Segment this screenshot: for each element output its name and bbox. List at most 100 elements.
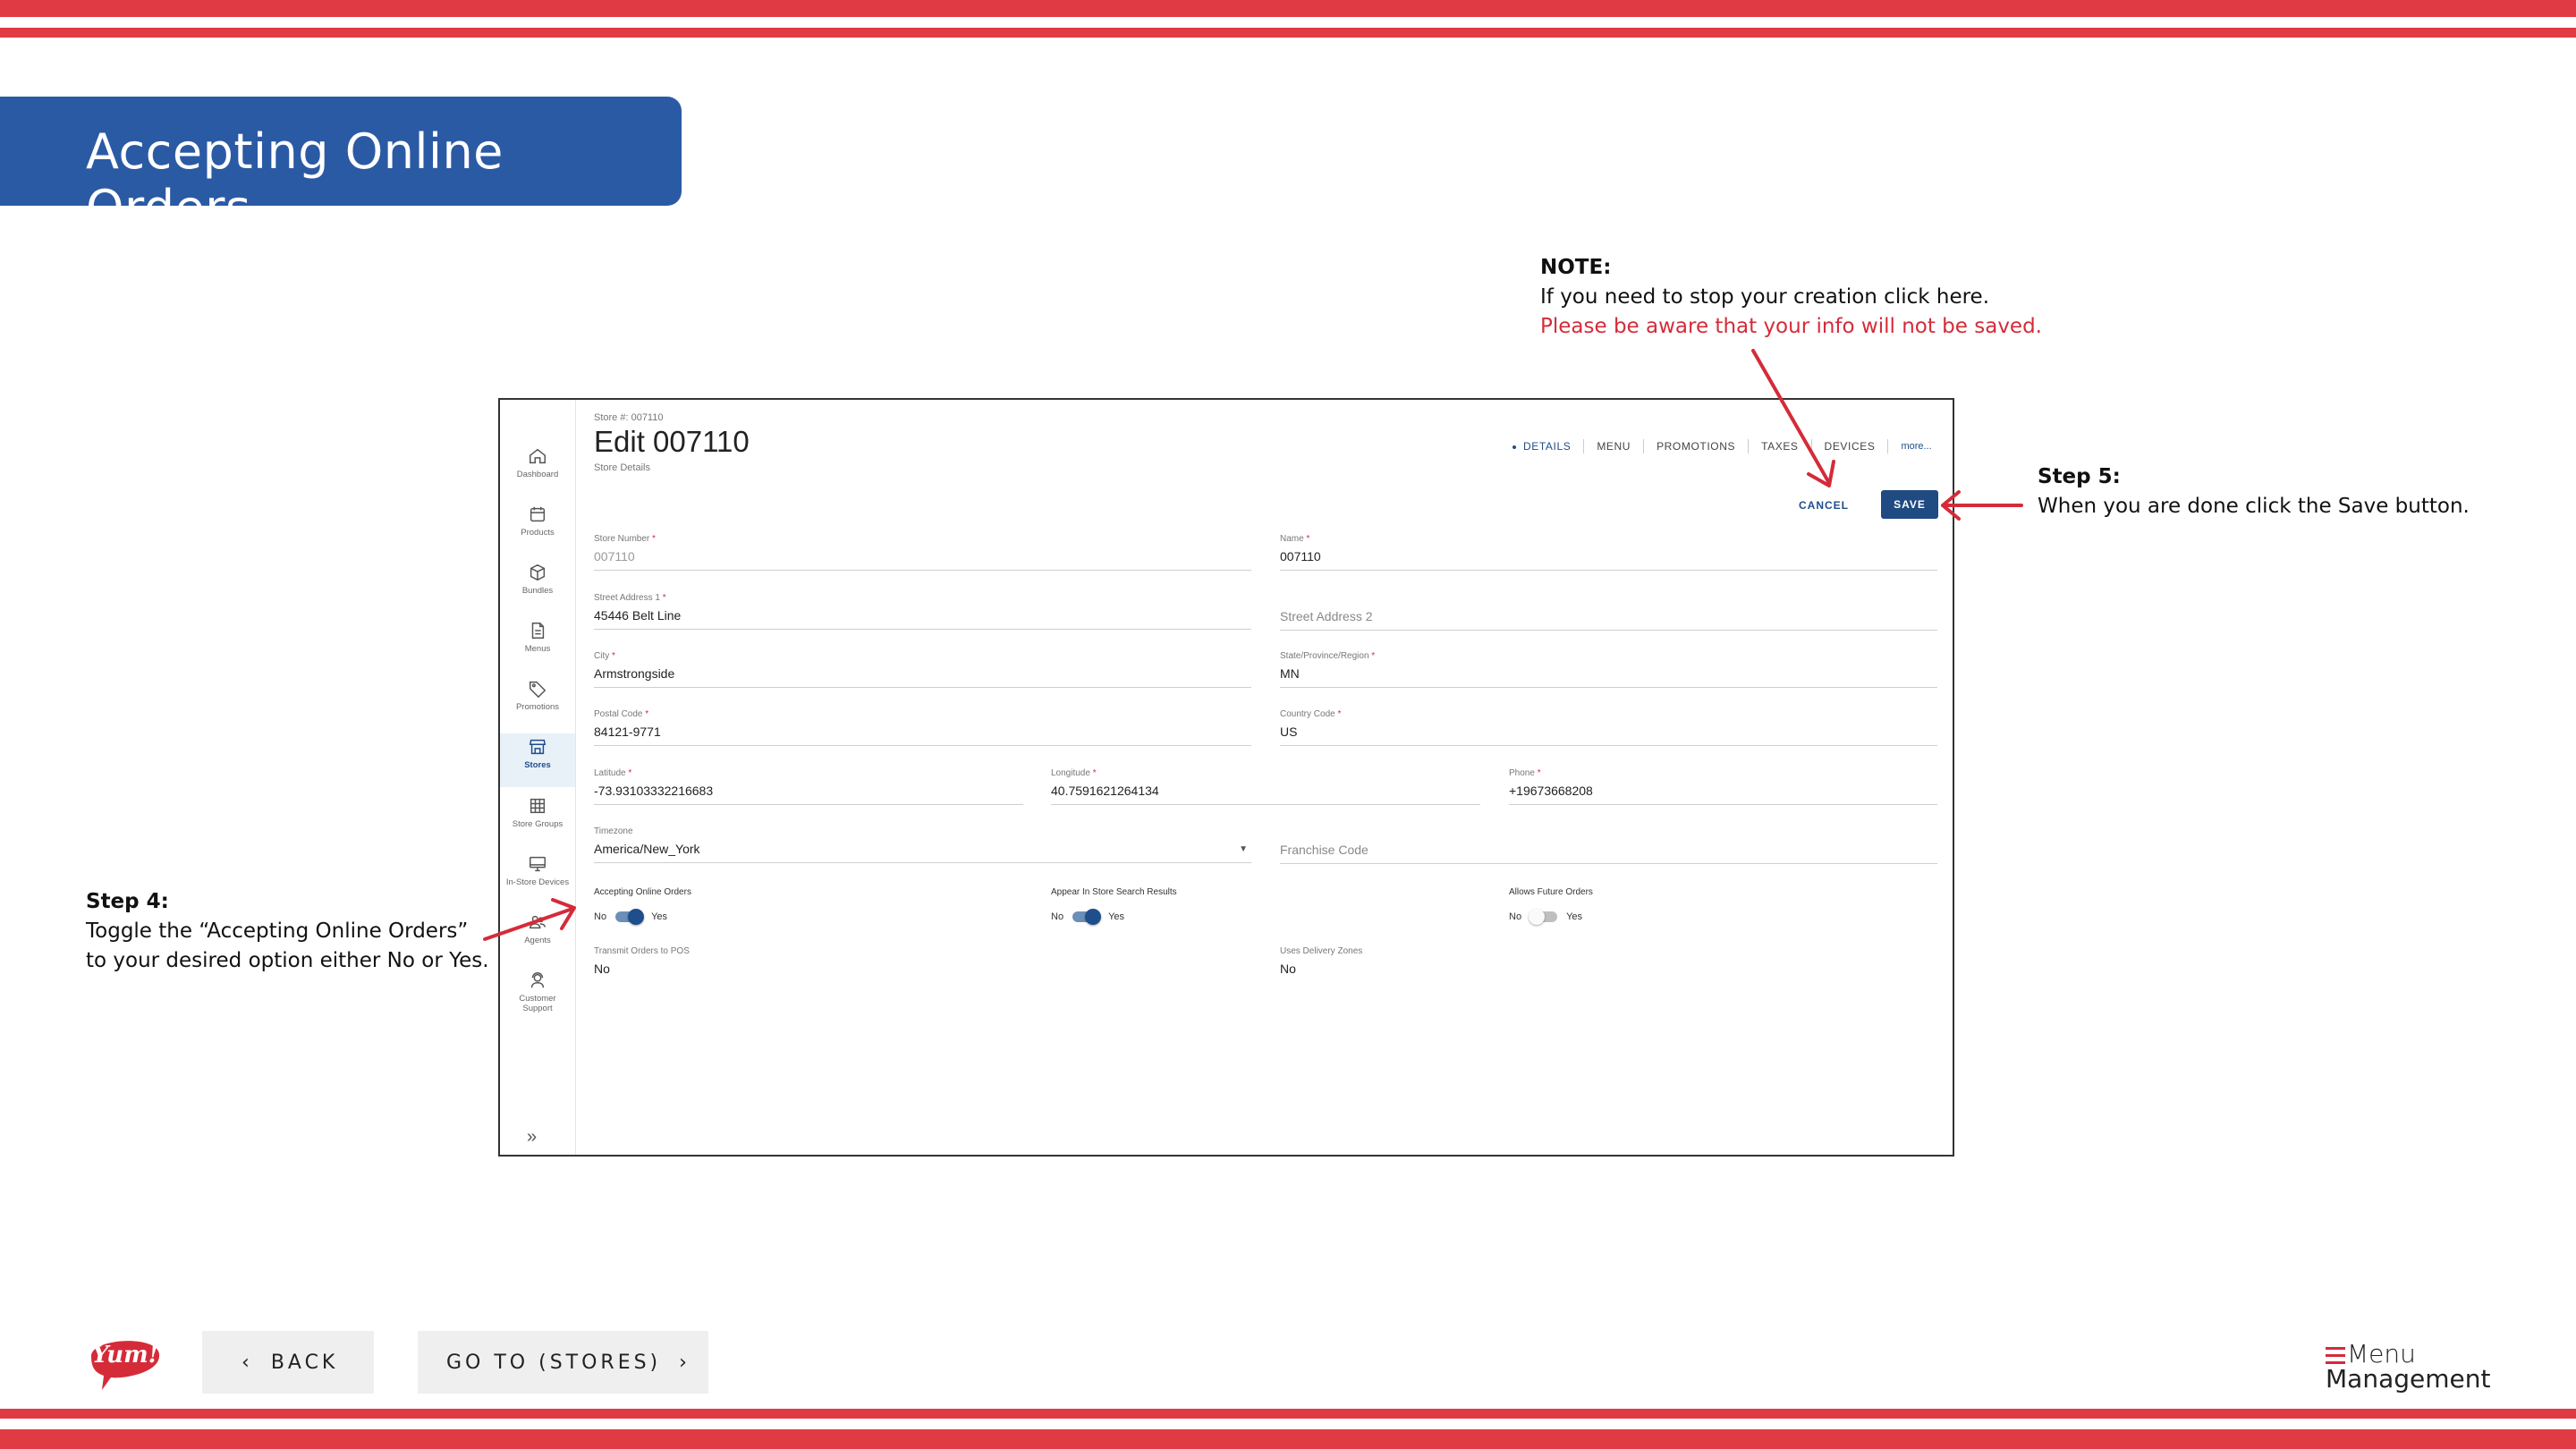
slide-title: Accepting Online Orders bbox=[86, 123, 504, 236]
slide-title-banner: Accepting Online Orders bbox=[0, 97, 682, 236]
step5-text: When you are done click the Save button. bbox=[2038, 495, 2470, 518]
top-stripe-1 bbox=[0, 0, 2576, 17]
step4-line2: to your desired option either No or Yes. bbox=[86, 949, 489, 972]
top-stripe-2 bbox=[0, 28, 2576, 38]
yum-logo-text: Yum! bbox=[92, 1342, 158, 1368]
longitude-field[interactable]: Longitude * 40.7591621264134 bbox=[1051, 768, 1480, 805]
logo-line1: Menu bbox=[2347, 1339, 2416, 1368]
sidebar-item-bundles[interactable]: Bundles bbox=[500, 563, 575, 618]
step4-line1: Toggle the “Accepting Online Orders” bbox=[86, 919, 469, 943]
tab-menu[interactable]: MENU bbox=[1584, 439, 1645, 453]
sidebar-item-menus[interactable]: Menus bbox=[500, 621, 575, 676]
agents-icon bbox=[530, 915, 546, 929]
field-label: Postal Code * bbox=[594, 709, 649, 719]
transmit-orders-value: No bbox=[594, 962, 610, 976]
toggle-yes-label: Yes bbox=[651, 911, 668, 922]
field-label: Country Code * bbox=[1280, 709, 1342, 719]
field-label: Latitude * bbox=[594, 768, 632, 778]
latitude-input[interactable]: -73.93103332216683 bbox=[594, 784, 1023, 805]
postal-code-field[interactable]: Postal Code * 84121-9771 bbox=[594, 709, 1251, 746]
street-address-2-field[interactable]: Street Address 2 bbox=[1280, 609, 1937, 631]
sidebar: Dashboard Products Bundles Menus Promoti… bbox=[500, 400, 576, 1155]
field-label: Street Address 1 * bbox=[594, 593, 666, 603]
phone-input[interactable]: +19673668208 bbox=[1509, 784, 1937, 805]
sidebar-item-customer-support[interactable]: Customer Support bbox=[500, 970, 575, 1026]
longitude-input[interactable]: 40.7591621264134 bbox=[1051, 784, 1480, 805]
sidebar-item-label: Customer Support bbox=[519, 994, 556, 1013]
logo-line2: Management bbox=[2326, 1364, 2491, 1394]
timezone-select[interactable]: Timezone America/New_York ▼ bbox=[594, 826, 1251, 863]
field-label: City * bbox=[594, 651, 615, 661]
state-input[interactable]: MN bbox=[1280, 666, 1937, 688]
country-code-field[interactable]: Country Code * US bbox=[1280, 709, 1937, 746]
future-orders-toggle[interactable] bbox=[1529, 909, 1558, 925]
sidebar-item-label: In-Store Devices bbox=[505, 877, 570, 887]
sidebar-item-store-groups[interactable]: Store Groups bbox=[500, 796, 575, 852]
sidebar-item-products[interactable]: Products bbox=[500, 504, 575, 560]
document-icon bbox=[531, 623, 545, 639]
field-label: Allows Future Orders bbox=[1509, 887, 1593, 897]
page-title: Edit 007110 bbox=[594, 425, 750, 458]
go-to-stores-button[interactable]: GO TO (STORES) › bbox=[418, 1331, 708, 1394]
chevron-down-icon[interactable]: ▼ bbox=[1239, 844, 1248, 854]
note-line2: Please be aware that your info will not … bbox=[1540, 315, 2042, 338]
tab-devices[interactable]: DEVICES bbox=[1812, 439, 1889, 453]
street-address-2-input[interactable]: Street Address 2 bbox=[1280, 609, 1937, 631]
home-icon bbox=[530, 448, 546, 464]
country-code-input[interactable]: US bbox=[1280, 724, 1937, 746]
name-field[interactable]: Name * 007110 bbox=[1280, 534, 1937, 571]
app-window: Dashboard Products Bundles Menus Promoti… bbox=[498, 398, 1954, 1157]
chevron-left-icon: ‹ bbox=[242, 1351, 250, 1374]
field-label: State/Province/Region * bbox=[1280, 651, 1376, 661]
appear-search-toggle-row: No Yes bbox=[1051, 909, 1124, 925]
city-field[interactable]: City * Armstrongside bbox=[594, 651, 1251, 688]
store-number-field[interactable]: Store Number * 007110 bbox=[594, 534, 1251, 571]
toggle-no-label: No bbox=[1051, 911, 1064, 922]
grid-icon bbox=[530, 798, 546, 814]
toggle-no-label: No bbox=[1509, 911, 1522, 922]
cancel-button[interactable]: CANCEL bbox=[1799, 499, 1849, 512]
tab-more[interactable]: more... bbox=[1888, 439, 1944, 453]
franchise-code-field[interactable]: Franchise Code bbox=[1280, 843, 1937, 864]
sidebar-item-promotions[interactable]: Promotions bbox=[500, 679, 575, 734]
sidebar-item-agents[interactable]: Agents bbox=[500, 912, 575, 968]
future-orders-toggle-row: No Yes bbox=[1509, 909, 1582, 925]
franchise-code-input[interactable]: Franchise Code bbox=[1280, 843, 1937, 864]
name-input[interactable]: 007110 bbox=[1280, 549, 1937, 571]
sidebar-item-dashboard[interactable]: Dashboard bbox=[500, 446, 575, 502]
field-label: Name * bbox=[1280, 534, 1310, 544]
tab-bar: DETAILS MENU PROMOTIONS TAXES DEVICES mo… bbox=[1500, 437, 1945, 455]
appear-search-toggle[interactable] bbox=[1072, 909, 1102, 925]
step5-heading: Step 5: bbox=[2038, 465, 2121, 488]
field-label: Transmit Orders to POS bbox=[594, 946, 690, 956]
street-address-1-input[interactable]: 45446 Belt Line bbox=[594, 608, 1251, 630]
appear-search-group: Appear In Store Search Results bbox=[1051, 887, 1177, 897]
tab-taxes[interactable]: TAXES bbox=[1749, 439, 1812, 453]
phone-field[interactable]: Phone * +19673668208 bbox=[1509, 768, 1937, 805]
step5-annotation: Step 5: When you are done click the Save… bbox=[2038, 462, 2470, 521]
tab-promotions[interactable]: PROMOTIONS bbox=[1644, 439, 1750, 453]
state-field[interactable]: State/Province/Region * MN bbox=[1280, 651, 1937, 688]
latitude-field[interactable]: Latitude * -73.93103332216683 bbox=[594, 768, 1023, 805]
sidebar-item-stores[interactable]: Stores bbox=[500, 733, 575, 787]
tab-details[interactable]: DETAILS bbox=[1500, 439, 1585, 453]
back-button[interactable]: ‹ BACK bbox=[202, 1331, 374, 1394]
accepting-online-orders-toggle[interactable] bbox=[615, 909, 645, 925]
save-button[interactable]: SAVE bbox=[1881, 490, 1938, 519]
field-label: Store Number * bbox=[594, 534, 656, 544]
field-label: Accepting Online Orders bbox=[594, 887, 691, 897]
store-number-input[interactable]: 007110 bbox=[594, 549, 1251, 571]
timezone-value[interactable]: America/New_York bbox=[594, 842, 1251, 863]
sidebar-item-in-store-devices[interactable]: In-Store Devices bbox=[500, 854, 575, 910]
delivery-zones-field: Uses Delivery Zones No bbox=[1280, 946, 1638, 982]
city-input[interactable]: Armstrongside bbox=[594, 666, 1251, 688]
expand-sidebar-icon[interactable]: » bbox=[527, 1127, 537, 1148]
postal-code-input[interactable]: 84121-9771 bbox=[594, 724, 1251, 746]
chevron-right-icon: › bbox=[679, 1351, 687, 1374]
street-address-1-field[interactable]: Street Address 1 * 45446 Belt Line bbox=[594, 593, 1251, 630]
sidebar-item-label: Bundles bbox=[521, 586, 554, 596]
note-line1: If you need to stop your creation click … bbox=[1540, 285, 1990, 309]
accepting-online-orders-group: Accepting Online Orders bbox=[594, 887, 691, 897]
sidebar-item-label: Dashboard bbox=[516, 470, 559, 479]
sidebar-item-label: Store Groups bbox=[512, 819, 564, 829]
